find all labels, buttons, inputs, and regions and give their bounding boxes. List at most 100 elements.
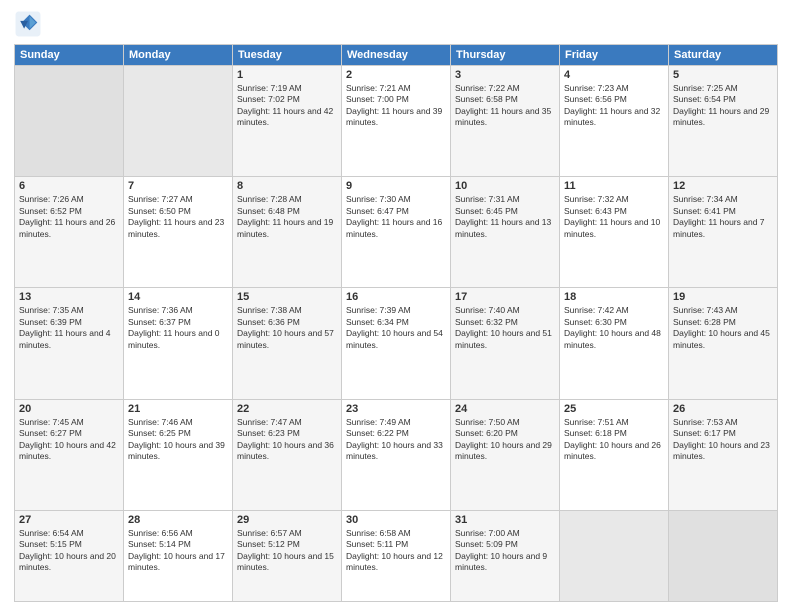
day-info: Sunrise: 7:36 AMSunset: 6:37 PMDaylight:… [128,305,228,351]
day-number: 6 [19,180,119,192]
day-info: Sunrise: 7:28 AMSunset: 6:48 PMDaylight:… [237,194,337,240]
week-row-4: 20 Sunrise: 7:45 AMSunset: 6:27 PMDayligh… [15,399,778,510]
day-info: Sunrise: 7:30 AMSunset: 6:47 PMDaylight:… [346,194,446,240]
day-number: 15 [237,291,337,303]
day-cell: 31 Sunrise: 7:00 AMSunset: 5:09 PMDayligh… [451,510,560,601]
day-cell: 6 Sunrise: 7:26 AMSunset: 6:52 PMDaylight… [15,177,124,288]
day-cell: 1 Sunrise: 7:19 AMSunset: 7:02 PMDaylight… [233,66,342,177]
day-cell: 20 Sunrise: 7:45 AMSunset: 6:27 PMDayligh… [15,399,124,510]
day-info: Sunrise: 7:45 AMSunset: 6:27 PMDaylight:… [19,417,119,463]
day-info: Sunrise: 6:54 AMSunset: 5:15 PMDaylight:… [19,528,119,574]
day-cell: 19 Sunrise: 7:43 AMSunset: 6:28 PMDayligh… [669,288,778,399]
header [14,10,778,38]
day-cell: 12 Sunrise: 7:34 AMSunset: 6:41 PMDayligh… [669,177,778,288]
week-row-1: 1 Sunrise: 7:19 AMSunset: 7:02 PMDaylight… [15,66,778,177]
day-info: Sunrise: 7:43 AMSunset: 6:28 PMDaylight:… [673,305,773,351]
day-number: 21 [128,403,228,415]
day-info: Sunrise: 7:34 AMSunset: 6:41 PMDaylight:… [673,194,773,240]
day-info: Sunrise: 7:22 AMSunset: 6:58 PMDaylight:… [455,83,555,129]
day-cell: 21 Sunrise: 7:46 AMSunset: 6:25 PMDayligh… [124,399,233,510]
day-info: Sunrise: 7:21 AMSunset: 7:00 PMDaylight:… [346,83,446,129]
day-cell: 17 Sunrise: 7:40 AMSunset: 6:32 PMDayligh… [451,288,560,399]
day-info: Sunrise: 7:32 AMSunset: 6:43 PMDaylight:… [564,194,664,240]
day-number: 28 [128,514,228,526]
day-info: Sunrise: 7:39 AMSunset: 6:34 PMDaylight:… [346,305,446,351]
day-info: Sunrise: 7:31 AMSunset: 6:45 PMDaylight:… [455,194,555,240]
day-number: 19 [673,291,773,303]
day-number: 17 [455,291,555,303]
day-number: 18 [564,291,664,303]
day-number: 8 [237,180,337,192]
day-info: Sunrise: 7:53 AMSunset: 6:17 PMDaylight:… [673,417,773,463]
day-info: Sunrise: 7:26 AMSunset: 6:52 PMDaylight:… [19,194,119,240]
day-cell: 27Sunrise: 6:54 AMSunset: 5:15 PMDayligh… [15,510,124,601]
day-cell: 30 Sunrise: 6:58 AMSunset: 5:11 PMDayligh… [342,510,451,601]
day-info: Sunrise: 7:23 AMSunset: 6:56 PMDaylight:… [564,83,664,129]
day-number: 7 [128,180,228,192]
logo-icon [14,10,42,38]
day-cell [124,66,233,177]
day-cell: 29 Sunrise: 6:57 AMSunset: 5:12 PMDayligh… [233,510,342,601]
day-cell [560,510,669,601]
day-number: 23 [346,403,446,415]
weekday-header-thursday: Thursday [451,45,560,66]
day-number: 22 [237,403,337,415]
day-info: Sunrise: 6:56 AMSunset: 5:14 PMDaylight:… [128,528,228,574]
day-info: Sunrise: 6:57 AMSunset: 5:12 PMDaylight:… [237,528,337,574]
page: SundayMondayTuesdayWednesdayThursdayFrid… [0,0,792,612]
day-number: 11 [564,180,664,192]
day-number: 24 [455,403,555,415]
day-number: 4 [564,69,664,81]
week-row-5: 27Sunrise: 6:54 AMSunset: 5:15 PMDayligh… [15,510,778,601]
week-row-3: 13 Sunrise: 7:35 AMSunset: 6:39 PMDayligh… [15,288,778,399]
day-cell: 24Sunrise: 7:50 AMSunset: 6:20 PMDayligh… [451,399,560,510]
day-cell: 15 Sunrise: 7:38 AMSunset: 6:36 PMDayligh… [233,288,342,399]
day-cell: 10Sunrise: 7:31 AMSunset: 6:45 PMDayligh… [451,177,560,288]
day-info: Sunrise: 7:42 AMSunset: 6:30 PMDaylight:… [564,305,664,351]
day-cell: 22 Sunrise: 7:47 AMSunset: 6:23 PMDayligh… [233,399,342,510]
day-cell: 2Sunrise: 7:21 AMSunset: 7:00 PMDaylight… [342,66,451,177]
day-cell: 16 Sunrise: 7:39 AMSunset: 6:34 PMDayligh… [342,288,451,399]
day-number: 30 [346,514,446,526]
weekday-header-row: SundayMondayTuesdayWednesdayThursdayFrid… [15,45,778,66]
day-number: 31 [455,514,555,526]
day-number: 20 [19,403,119,415]
day-cell: 25Sunrise: 7:51 AMSunset: 6:18 PMDayligh… [560,399,669,510]
day-info: Sunrise: 7:40 AMSunset: 6:32 PMDaylight:… [455,305,555,351]
day-cell: 13 Sunrise: 7:35 AMSunset: 6:39 PMDayligh… [15,288,124,399]
day-info: Sunrise: 7:19 AMSunset: 7:02 PMDaylight:… [237,83,337,129]
day-info: Sunrise: 7:51 AMSunset: 6:18 PMDaylight:… [564,417,664,463]
day-number: 16 [346,291,446,303]
weekday-header-saturday: Saturday [669,45,778,66]
day-cell [15,66,124,177]
day-cell: 5Sunrise: 7:25 AMSunset: 6:54 PMDaylight… [669,66,778,177]
logo [14,10,46,38]
day-number: 5 [673,69,773,81]
day-cell: 26 Sunrise: 7:53 AMSunset: 6:17 PMDayligh… [669,399,778,510]
day-cell: 14Sunrise: 7:36 AMSunset: 6:37 PMDayligh… [124,288,233,399]
day-cell [669,510,778,601]
day-cell: 11 Sunrise: 7:32 AMSunset: 6:43 PMDayligh… [560,177,669,288]
week-row-2: 6 Sunrise: 7:26 AMSunset: 6:52 PMDaylight… [15,177,778,288]
day-cell: 7 Sunrise: 7:27 AMSunset: 6:50 PMDaylight… [124,177,233,288]
calendar-table: SundayMondayTuesdayWednesdayThursdayFrid… [14,44,778,602]
day-number: 26 [673,403,773,415]
day-number: 12 [673,180,773,192]
weekday-header-sunday: Sunday [15,45,124,66]
day-info: Sunrise: 6:58 AMSunset: 5:11 PMDaylight:… [346,528,446,574]
day-info: Sunrise: 7:35 AMSunset: 6:39 PMDaylight:… [19,305,119,351]
day-cell: 4 Sunrise: 7:23 AMSunset: 6:56 PMDaylight… [560,66,669,177]
weekday-header-tuesday: Tuesday [233,45,342,66]
day-info: Sunrise: 7:46 AMSunset: 6:25 PMDaylight:… [128,417,228,463]
day-number: 13 [19,291,119,303]
day-info: Sunrise: 7:38 AMSunset: 6:36 PMDaylight:… [237,305,337,351]
day-cell: 28 Sunrise: 6:56 AMSunset: 5:14 PMDayligh… [124,510,233,601]
day-info: Sunrise: 7:47 AMSunset: 6:23 PMDaylight:… [237,417,337,463]
day-cell: 9Sunrise: 7:30 AMSunset: 6:47 PMDaylight… [342,177,451,288]
day-number: 29 [237,514,337,526]
day-info: Sunrise: 7:00 AMSunset: 5:09 PMDaylight:… [455,528,555,574]
weekday-header-friday: Friday [560,45,669,66]
day-number: 1 [237,69,337,81]
day-info: Sunrise: 7:27 AMSunset: 6:50 PMDaylight:… [128,194,228,240]
weekday-header-wednesday: Wednesday [342,45,451,66]
